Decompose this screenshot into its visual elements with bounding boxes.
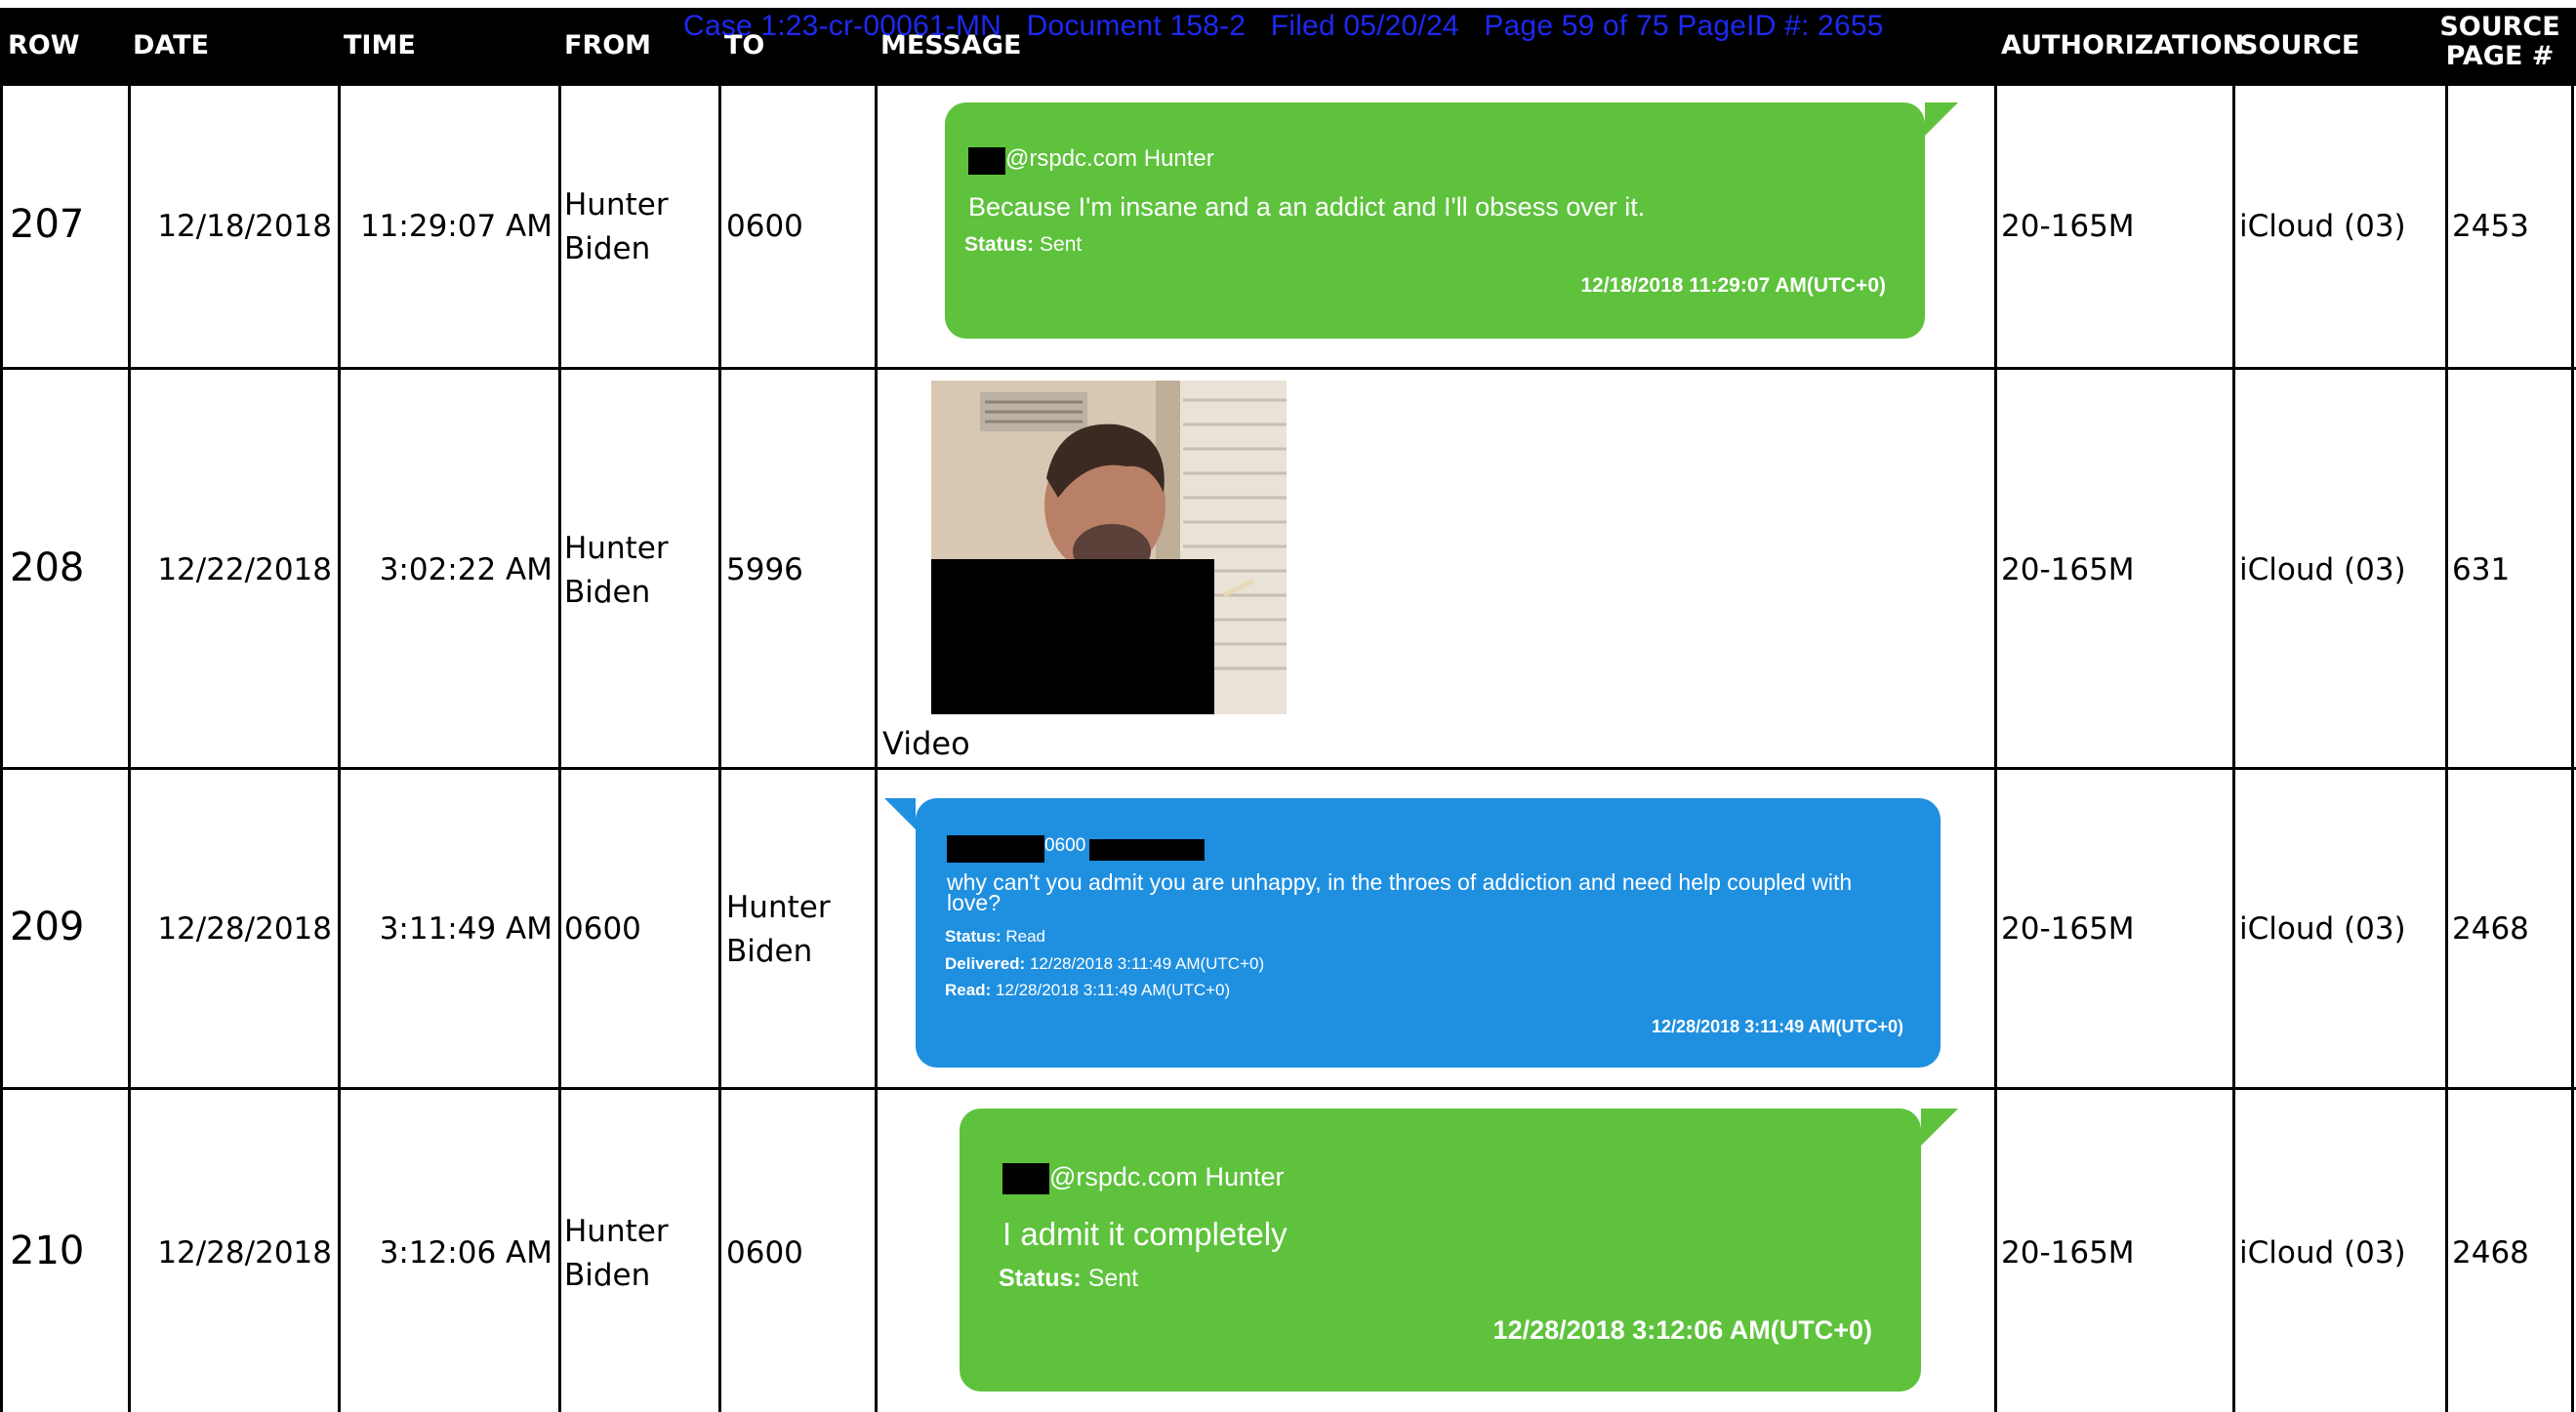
message-sender: @rspdc.com Hunter	[1049, 1162, 1285, 1191]
row-authorization: 20-165M	[2001, 911, 2135, 947]
grid-line	[1994, 86, 1997, 1412]
row-source-page: 2453	[2452, 209, 2529, 244]
grid-line	[0, 86, 3, 1412]
redaction-box	[1089, 839, 1205, 861]
row-source: iCloud (03)	[2239, 552, 2406, 587]
row-number: 207	[10, 202, 85, 247]
header-source-page: SOURCE PAGE #	[2436, 13, 2563, 71]
row-number: 210	[10, 1229, 85, 1273]
message-timestamp: 12/28/2018 3:12:06 AM(UTC+0)	[1492, 1315, 1872, 1345]
row-from-line1: Hunter	[564, 531, 669, 566]
message-sender: @rspdc.com Hunter	[1005, 145, 1214, 172]
message-text: why can't you admit you are unhappy, in …	[947, 869, 1853, 915]
message-status: Status: Sent	[999, 1265, 1138, 1293]
video-thumbnail[interactable]	[931, 381, 1287, 714]
status-value: Sent	[1087, 1265, 1139, 1292]
row-divider	[0, 767, 2576, 770]
sent-message-bubble: @rspdc.com Hunter Because I'm insane and…	[945, 102, 1958, 339]
redaction-box	[968, 147, 1005, 175]
row-from-line2: Biden	[564, 231, 651, 266]
row-source: iCloud (03)	[2239, 911, 2406, 947]
message-timestamp: 12/18/2018 11:29:07 AM(UTC+0)	[1580, 274, 1886, 297]
grid-line	[2445, 86, 2448, 1412]
row-divider	[0, 1087, 2576, 1090]
row-from: 0600	[564, 911, 641, 947]
header-date: DATE	[133, 30, 210, 61]
redaction-box	[1002, 1163, 1049, 1194]
row-divider	[0, 367, 2576, 370]
redaction-box	[931, 559, 1214, 714]
row-time: 3:02:22 AM	[379, 552, 552, 587]
status-value: Read	[1005, 927, 1045, 946]
row-authorization: 20-165M	[2001, 209, 2135, 244]
exhibit-page: ROW DATE TIME FROM TO MESSAGE AUTHORIZAT…	[0, 0, 2576, 1412]
row-time: 11:29:07 AM	[359, 209, 552, 244]
sent-message-bubble: @rspdc.com Hunter I admit it completely …	[960, 1109, 1958, 1392]
row-from-line2: Biden	[564, 1258, 651, 1293]
row-source-page: 631	[2452, 552, 2511, 587]
row-number: 209	[10, 905, 85, 949]
grid-line	[338, 86, 341, 1412]
status-label: Status:	[964, 233, 1035, 256]
row-date: 12/18/2018	[157, 209, 332, 244]
message-read: Read: 12/28/2018 3:11:49 AM(UTC+0)	[945, 981, 1230, 1000]
row-from-line2: Biden	[564, 575, 651, 610]
row-from-line1: Hunter	[564, 187, 669, 222]
grid-line	[875, 86, 878, 1412]
status-label: Status:	[999, 1265, 1082, 1292]
row-authorization: 20-165M	[2001, 1235, 2135, 1271]
bubble-tail	[1925, 102, 1958, 136]
row-to: 0600	[726, 1235, 803, 1271]
received-message-bubble: 0600 why can't you admit you are unhappy…	[884, 798, 1941, 1068]
delivered-value: 12/28/2018 3:11:49 AM(UTC+0)	[1029, 954, 1265, 973]
row-to-line2: Biden	[726, 934, 813, 969]
read-label: Read:	[945, 981, 992, 999]
row-to-line1: Hunter	[726, 890, 831, 925]
message-delivered: Delivered: 12/28/2018 3:11:49 AM(UTC+0)	[945, 954, 1264, 974]
court-filing-stamp: Case 1:23-cr-00061-MN Document 158-2 Fil…	[683, 10, 1884, 42]
grid-line	[2232, 86, 2235, 1412]
bubble-tail	[884, 798, 916, 829]
row-to: 0600	[726, 209, 803, 244]
message-status: Status: Read	[945, 927, 1045, 947]
header-source-page-line2: PAGE #	[2445, 41, 2555, 71]
row-source: iCloud (03)	[2239, 1235, 2406, 1271]
row-date: 12/28/2018	[157, 911, 332, 947]
video-caption: Video	[882, 725, 970, 762]
message-text: Because I'm insane and a an addict and I…	[968, 192, 1646, 222]
row-time: 3:11:49 AM	[379, 911, 552, 947]
row-authorization: 20-165M	[2001, 552, 2135, 587]
grid-line	[718, 86, 721, 1412]
message-sender-fragment: 0600	[1044, 835, 1086, 856]
message-timestamp: 12/28/2018 3:11:49 AM(UTC+0)	[1652, 1017, 1903, 1036]
header-time: TIME	[344, 30, 416, 61]
status-value: Sent	[1040, 233, 1083, 256]
row-source: iCloud (03)	[2239, 209, 2406, 244]
grid-line	[558, 86, 561, 1412]
row-to: 5996	[726, 552, 803, 587]
row-time: 3:12:06 AM	[379, 1235, 552, 1271]
row-number: 208	[10, 545, 85, 590]
grid-line	[128, 86, 131, 1412]
message-text: I admit it completely	[1002, 1216, 1288, 1252]
redaction-box	[947, 835, 1044, 863]
header-source: SOURCE	[2239, 30, 2360, 61]
row-date: 12/28/2018	[157, 1235, 332, 1271]
read-value: 12/28/2018 3:11:49 AM(UTC+0)	[995, 981, 1231, 999]
row-source-page: 2468	[2452, 911, 2529, 947]
message-status: Status: Sent	[964, 233, 1082, 257]
status-label: Status:	[945, 927, 1002, 946]
grid-line	[2571, 86, 2574, 1412]
row-from-line1: Hunter	[564, 1214, 669, 1249]
delivered-label: Delivered:	[945, 954, 1026, 973]
row-source-page: 2468	[2452, 1235, 2529, 1271]
row-date: 12/22/2018	[157, 552, 332, 587]
header-row: ROW	[8, 30, 80, 61]
bubble-tail	[1921, 1109, 1958, 1146]
header-from: FROM	[564, 30, 652, 61]
header-authorization: AUTHORIZATION	[2001, 30, 2245, 61]
header-source-page-line1: SOURCE	[2439, 12, 2560, 42]
